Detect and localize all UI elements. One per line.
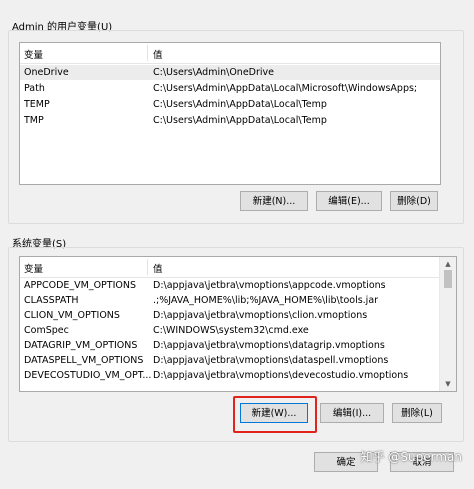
user-vars-col-value[interactable]: 值 xyxy=(153,47,163,61)
row-variable: CLASSPATH xyxy=(24,295,79,306)
row-variable: DATASPELL_VM_OPTIONS xyxy=(24,355,144,366)
user-vars-col-variable[interactable]: 变量 xyxy=(24,47,43,61)
table-row[interactable]: ComSpec C:\WINDOWS\system32\cmd.exe xyxy=(20,323,438,338)
table-row[interactable]: DEVECOSTUDIO_VM_OPT... D:\appjava\jetbra… xyxy=(20,368,438,383)
scroll-up-arrow-icon[interactable]: ▲ xyxy=(440,259,456,269)
system-vars-delete-button[interactable]: 删除(L) xyxy=(392,403,442,423)
system-vars-edit-button[interactable]: 编辑(I)... xyxy=(320,403,384,423)
row-value: .;%JAVA_HOME%\lib;%JAVA_HOME%\lib\tools.… xyxy=(153,295,379,306)
system-vars-list-header: 变量 值 xyxy=(20,257,456,278)
row-variable: OneDrive xyxy=(24,67,69,78)
table-row[interactable]: OneDrive C:\Users\Admin\OneDrive xyxy=(20,65,440,80)
user-vars-delete-button[interactable]: 删除(D) xyxy=(390,191,438,211)
system-vars-scrollbar[interactable]: ▲ ▼ xyxy=(439,257,456,391)
user-vars-list-header: 变量 值 xyxy=(20,43,440,64)
row-variable: CLION_VM_OPTIONS xyxy=(24,310,120,321)
row-variable: Path xyxy=(24,83,45,94)
row-value: D:\appjava\jetbra\vmoptions\dataspell.vm… xyxy=(153,355,389,366)
column-separator xyxy=(147,259,148,275)
row-variable: DATAGRIP_VM_OPTIONS xyxy=(24,340,138,351)
row-value: C:\Users\Admin\AppData\Local\Temp xyxy=(153,99,327,110)
row-variable: APPCODE_VM_OPTIONS xyxy=(24,280,137,291)
row-value: D:\appjava\jetbra\vmoptions\clion.vmopti… xyxy=(153,310,368,321)
row-value: D:\appjava\jetbra\vmoptions\datagrip.vmo… xyxy=(153,340,385,351)
table-row[interactable]: CLASSPATH .;%JAVA_HOME%\lib;%JAVA_HOME%\… xyxy=(20,293,438,308)
row-variable: DEVECOSTUDIO_VM_OPT... xyxy=(24,370,152,381)
user-vars-new-button[interactable]: 新建(N)... xyxy=(240,191,308,211)
row-variable: TEMP xyxy=(24,99,50,110)
row-value: D:\appjava\jetbra\vmoptions\devecostudio… xyxy=(153,370,409,381)
watermark: 知乎 @Superman xyxy=(360,450,462,464)
row-value: D:\appjava\jetbra\vmoptions\appcode.vmop… xyxy=(153,280,386,291)
scroll-thumb[interactable] xyxy=(444,270,452,288)
table-row[interactable]: DATAGRIP_VM_OPTIONS D:\appjava\jetbra\vm… xyxy=(20,338,438,353)
row-variable: ComSpec xyxy=(24,325,69,336)
column-separator xyxy=(147,45,148,61)
scroll-down-arrow-icon[interactable]: ▼ xyxy=(440,379,456,389)
table-row[interactable]: TMP C:\Users\Admin\AppData\Local\Temp xyxy=(20,113,440,128)
table-row[interactable]: DATASPELL_VM_OPTIONS D:\appjava\jetbra\v… xyxy=(20,353,438,368)
table-row[interactable]: APPCODE_VM_OPTIONS D:\appjava\jetbra\vmo… xyxy=(20,278,438,293)
system-vars-list[interactable]: 变量 值 APPCODE_VM_OPTIONS D:\appjava\jetbr… xyxy=(19,256,457,392)
row-value: C:\Users\Admin\OneDrive xyxy=(153,67,274,78)
table-row[interactable]: Path C:\Users\Admin\AppData\Local\Micros… xyxy=(20,81,440,96)
system-vars-col-value[interactable]: 值 xyxy=(153,261,163,275)
row-variable: TMP xyxy=(24,115,44,126)
highlight-box xyxy=(233,396,317,433)
row-value: C:\WINDOWS\system32\cmd.exe xyxy=(153,325,309,336)
table-row[interactable]: TEMP C:\Users\Admin\AppData\Local\Temp xyxy=(20,97,440,112)
row-value: C:\Users\Admin\AppData\Local\Microsoft\W… xyxy=(153,83,418,94)
user-vars-edit-button[interactable]: 编辑(E)... xyxy=(316,191,382,211)
row-value: C:\Users\Admin\AppData\Local\Temp xyxy=(153,115,327,126)
table-row[interactable]: CLION_VM_OPTIONS D:\appjava\jetbra\vmopt… xyxy=(20,308,438,323)
user-vars-list[interactable]: 变量 值 OneDrive C:\Users\Admin\OneDrive Pa… xyxy=(19,42,441,185)
system-vars-col-variable[interactable]: 变量 xyxy=(24,261,43,275)
